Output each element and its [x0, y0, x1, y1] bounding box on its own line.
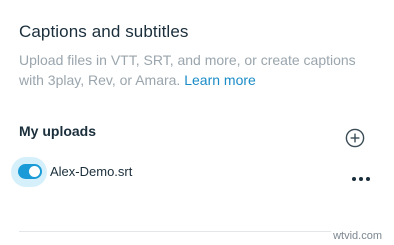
section-divider: [19, 231, 374, 232]
captions-panel: Captions and subtitles Upload files in V…: [0, 0, 394, 245]
my-uploads-heading: My uploads: [19, 123, 97, 139]
add-upload-button[interactable]: [345, 128, 365, 148]
upload-file-name: Alex-Demo.srt: [50, 164, 133, 179]
more-horizontal-icon: [352, 177, 370, 181]
plus-circle-icon: [345, 128, 365, 148]
section-description: Upload files in VTT, SRT, and more, or c…: [19, 50, 379, 90]
toggle-knob: [29, 166, 40, 177]
description-line-2-text: with 3play, Rev, or Amara.: [19, 72, 181, 88]
caption-enabled-toggle[interactable]: [18, 164, 42, 179]
file-more-options-button[interactable]: [350, 170, 372, 184]
description-line-1: Upload files in VTT, SRT, and more, or c…: [19, 52, 356, 68]
watermark: wtvid.com: [331, 230, 384, 242]
learn-more-link[interactable]: Learn more: [184, 72, 256, 88]
section-title: Captions and subtitles: [19, 22, 189, 41]
toggle-focus-ring: [11, 157, 47, 187]
description-line-2: with 3play, Rev, or Amara. Learn more: [19, 70, 379, 90]
